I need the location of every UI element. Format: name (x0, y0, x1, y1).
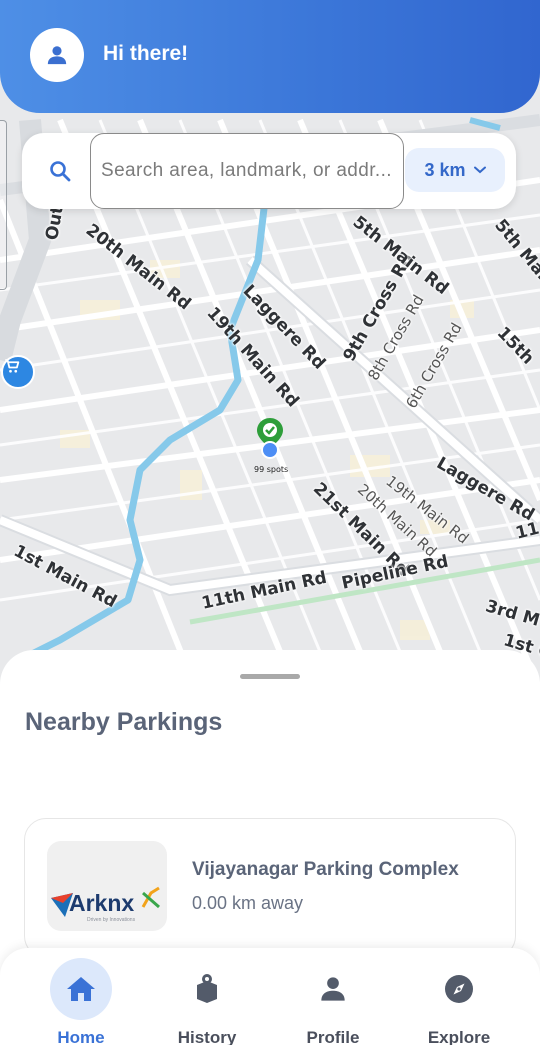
logo-tagline: Driven by Innovations (87, 917, 136, 923)
bottom-navigation: Home History Profile Explore (0, 948, 540, 1045)
nav-icon-container (302, 958, 364, 1020)
nav-label: History (177, 1028, 237, 1045)
spots-label: 99 spots (254, 465, 289, 474)
nav-icon-container (176, 958, 238, 1020)
nav-label: Explore (427, 1028, 491, 1045)
nav-item-explore[interactable]: Explore (409, 958, 509, 1045)
nav-item-profile[interactable]: Profile (283, 958, 383, 1045)
nav-item-history[interactable]: History (157, 958, 257, 1045)
compass-icon (445, 975, 473, 1003)
nav-label: Home (57, 1028, 105, 1045)
map-edge-panel (0, 120, 7, 290)
search-icon[interactable] (48, 159, 72, 183)
home-icon (67, 977, 95, 1001)
arknx-logo: Arknx Driven by Innovations (51, 886, 160, 923)
search-input[interactable] (90, 133, 404, 209)
profile-icon (321, 977, 345, 1001)
history-icon (197, 974, 217, 1003)
parking-name: Vijayanagar Parking Complex (192, 859, 459, 880)
current-location-dot (261, 441, 279, 459)
app-header: Hi there! (0, 0, 540, 113)
search-bar: 3 km (22, 133, 516, 209)
radius-dropdown[interactable]: 3 km (405, 148, 505, 192)
parking-card[interactable]: Arknx Driven by Innovations Vijayanagar … (24, 818, 516, 958)
nav-icon-container (428, 958, 490, 1020)
section-title: Nearby Parkings (25, 708, 223, 736)
logo-text: Arknx (69, 890, 134, 916)
nav-label: Profile (306, 1028, 360, 1045)
chevron-down-icon (473, 166, 486, 174)
parking-logo: Arknx Driven by Innovations (47, 841, 167, 931)
cart-icon (5, 359, 20, 373)
radius-label: 3 km (424, 159, 466, 180)
avatar[interactable] (30, 28, 84, 82)
user-icon (47, 46, 67, 65)
parking-distance: 0.00 km away (192, 893, 304, 913)
nav-icon-container (50, 958, 112, 1020)
greeting-text: Hi there! (103, 42, 189, 65)
shop-marker[interactable] (1, 355, 35, 389)
sheet-drag-handle[interactable] (240, 674, 300, 679)
nav-item-home[interactable]: Home (31, 958, 131, 1045)
